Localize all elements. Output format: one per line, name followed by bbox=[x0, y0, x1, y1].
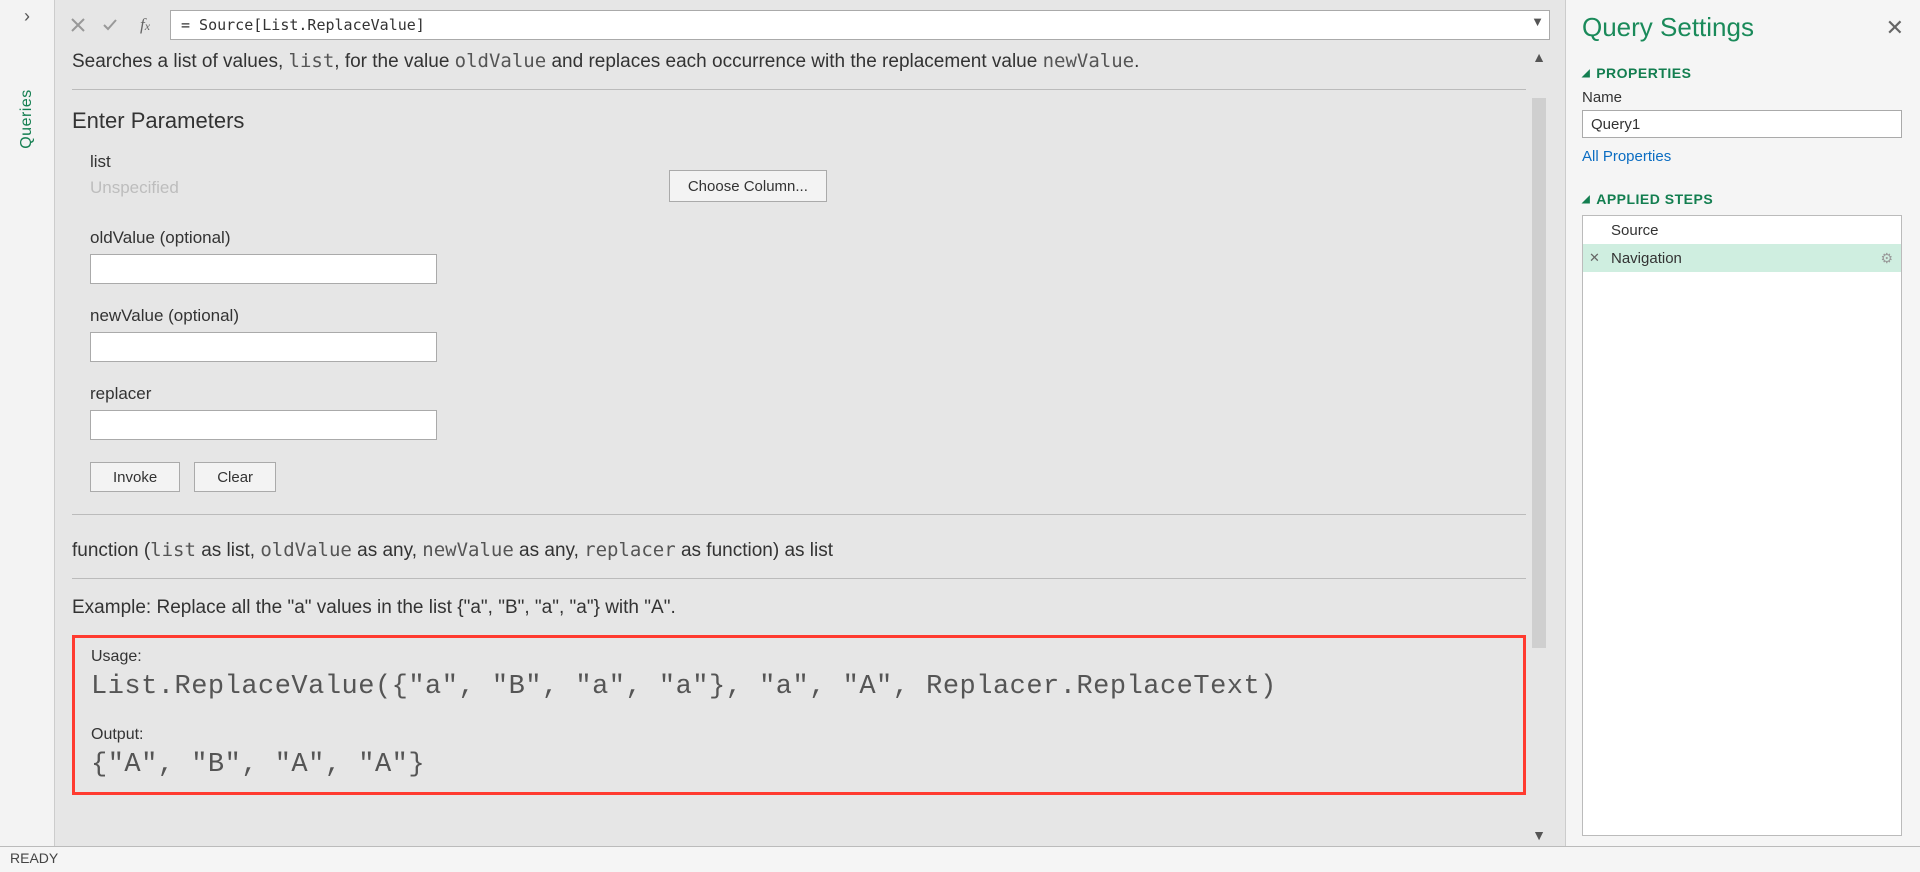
query-settings-title: Query Settings bbox=[1582, 12, 1754, 43]
status-bar: READY bbox=[0, 846, 1920, 872]
example-usage-label: Usage: bbox=[91, 648, 1507, 666]
example-usage-code: List.ReplaceValue({"a", "B", "a", "a"}, … bbox=[91, 672, 1507, 702]
commit-icon[interactable] bbox=[102, 17, 120, 33]
query-name-input[interactable] bbox=[1582, 110, 1902, 138]
formula-input[interactable] bbox=[170, 10, 1550, 40]
gear-icon[interactable]: ⚙ bbox=[1880, 250, 1893, 267]
scroll-up-icon[interactable]: ▲ bbox=[1528, 46, 1550, 68]
example-title: Example: Replace all the "a" values in t… bbox=[72, 597, 1526, 619]
fx-icon[interactable]: fx bbox=[134, 15, 156, 35]
param-newvalue-input[interactable] bbox=[90, 332, 437, 362]
example-output-code: {"A", "B", "A", "A"} bbox=[91, 750, 1507, 780]
choose-column-button[interactable]: Choose Column... bbox=[669, 170, 827, 202]
param-replacer-label: replacer bbox=[90, 384, 1526, 404]
queries-pane: › Queries bbox=[0, 0, 55, 846]
name-label: Name bbox=[1582, 89, 1910, 106]
function-description: Searches a list of values, list, for the… bbox=[72, 46, 1526, 85]
step-navigation[interactable]: ✕ Navigation ⚙ bbox=[1583, 244, 1901, 272]
scroll-track[interactable] bbox=[1532, 68, 1546, 824]
collapse-icon: ◢ bbox=[1582, 68, 1590, 79]
scroll-thumb[interactable] bbox=[1532, 98, 1546, 648]
param-replacer-input[interactable] bbox=[90, 410, 437, 440]
formula-bar: fx ▼ bbox=[70, 10, 1550, 40]
param-oldvalue-input[interactable] bbox=[90, 254, 437, 284]
close-icon[interactable]: ✕ bbox=[1880, 13, 1910, 43]
status-text: READY bbox=[10, 850, 58, 866]
example-output-label: Output: bbox=[91, 726, 1507, 744]
enter-parameters-title: Enter Parameters bbox=[72, 108, 1526, 134]
param-newvalue-label: newValue (optional) bbox=[90, 306, 1526, 326]
vertical-scrollbar[interactable]: ▲ ▼ bbox=[1528, 46, 1550, 846]
collapse-icon: ◢ bbox=[1582, 194, 1590, 205]
clear-button[interactable]: Clear bbox=[194, 462, 276, 492]
applied-steps-list: Source ✕ Navigation ⚙ bbox=[1582, 215, 1902, 836]
properties-section-header[interactable]: ◢ PROPERTIES bbox=[1582, 65, 1910, 81]
cancel-icon[interactable] bbox=[70, 17, 88, 33]
step-source[interactable]: Source bbox=[1583, 216, 1901, 244]
queries-expand-chevron[interactable]: › bbox=[0, 0, 54, 33]
applied-steps-section-header[interactable]: ◢ APPLIED STEPS bbox=[1582, 191, 1910, 207]
function-doc-body: Searches a list of values, list, for the… bbox=[70, 46, 1528, 846]
main-area: fx ▼ Searches a list of values, list, fo… bbox=[55, 0, 1565, 846]
param-list-unspecified: Unspecified bbox=[90, 178, 179, 198]
formula-expand-icon[interactable]: ▼ bbox=[1531, 14, 1544, 29]
param-oldvalue-label: oldValue (optional) bbox=[90, 228, 1526, 248]
queries-pane-label: Queries bbox=[18, 89, 36, 149]
invoke-button[interactable]: Invoke bbox=[90, 462, 180, 492]
query-settings-pane: Query Settings ✕ ◢ PROPERTIES Name All P… bbox=[1565, 0, 1920, 846]
scroll-down-icon[interactable]: ▼ bbox=[1528, 824, 1550, 846]
param-list-label: list bbox=[90, 152, 179, 172]
function-signature: function (list as list, oldValue as any,… bbox=[72, 533, 1526, 574]
example-box: Usage: List.ReplaceValue({"a", "B", "a",… bbox=[72, 635, 1526, 795]
all-properties-link[interactable]: All Properties bbox=[1582, 148, 1910, 165]
delete-step-icon[interactable]: ✕ bbox=[1589, 250, 1600, 266]
